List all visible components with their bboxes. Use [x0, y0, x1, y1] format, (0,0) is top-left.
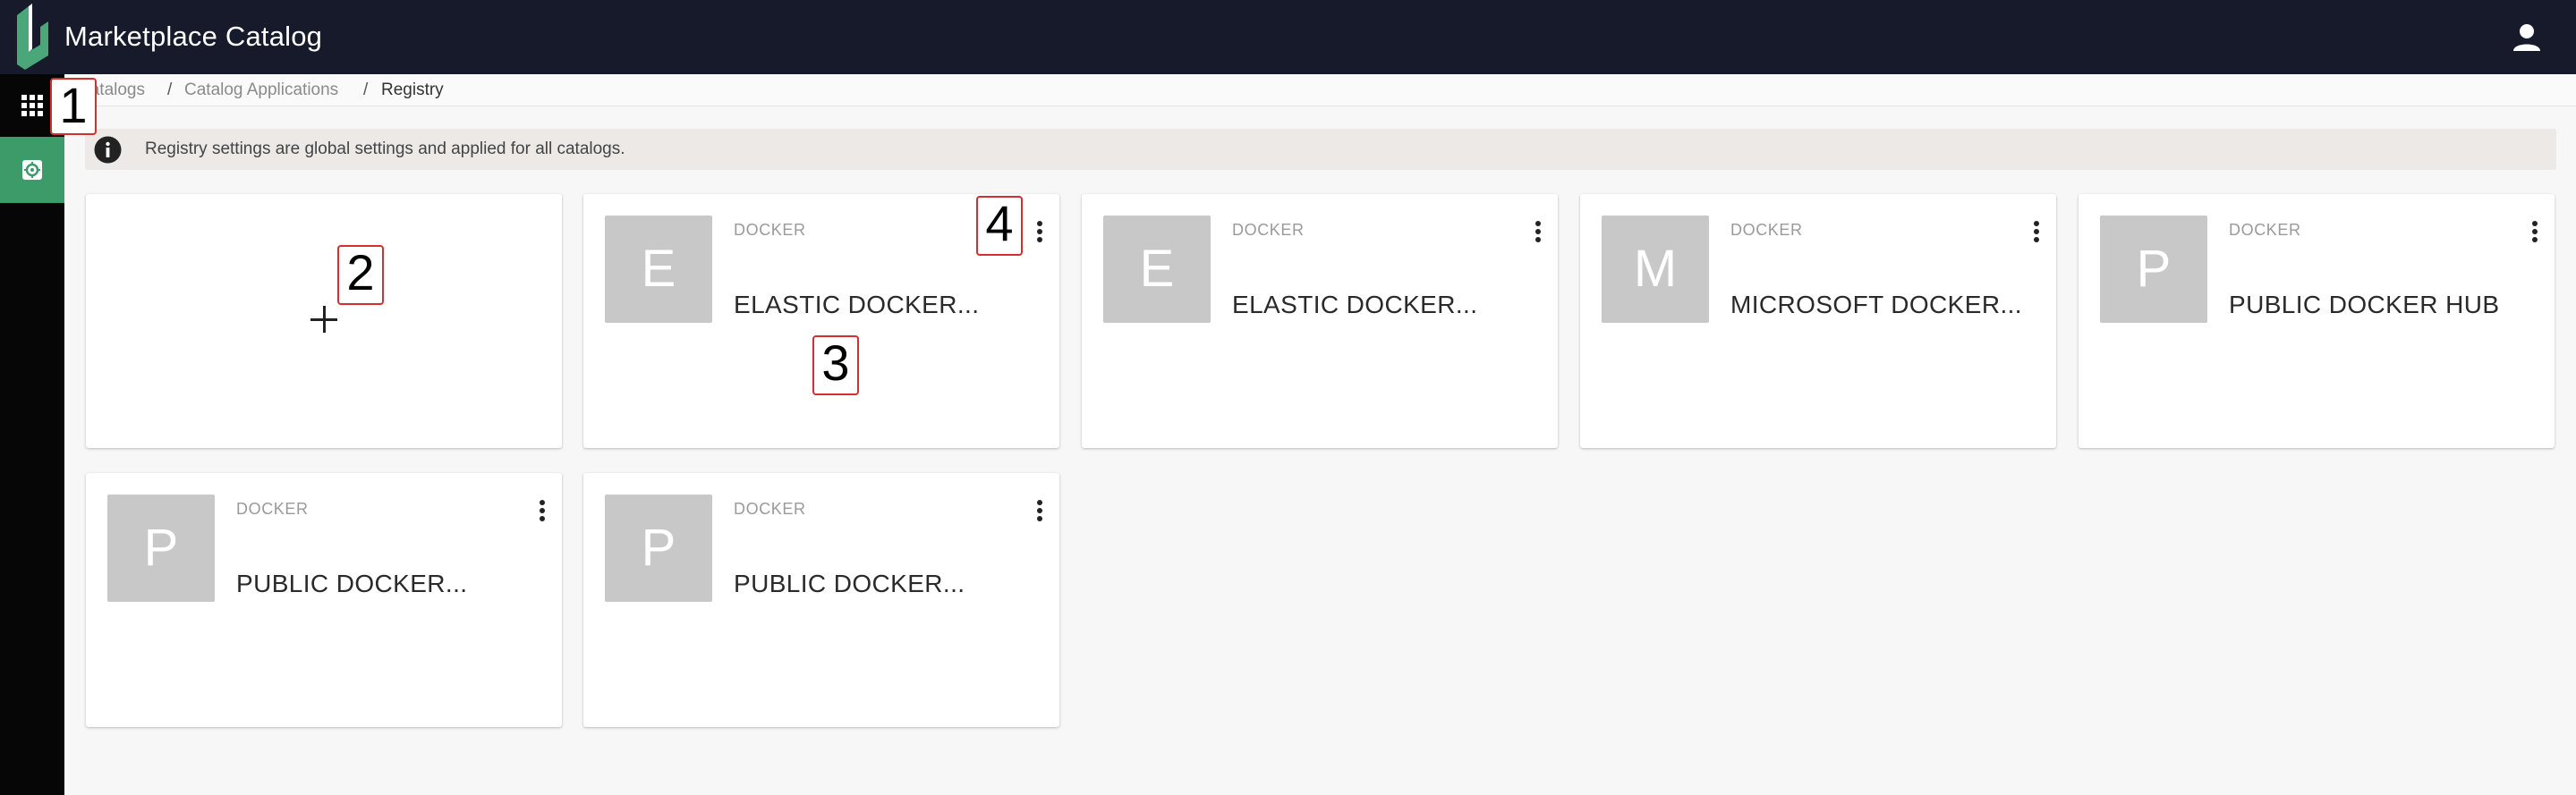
info-banner: Registry settings are global settings an…	[85, 129, 2556, 170]
registry-settings-nav-button[interactable]	[0, 137, 64, 203]
breadcrumb-catalog-applications-link[interactable]: Catalog Applications	[184, 80, 338, 101]
registry-name: MICROSOFT DOCKER...	[1730, 291, 2022, 318]
product-logo-icon[interactable]	[11, 0, 52, 74]
card-menu-button[interactable]	[1029, 214, 1050, 249]
registry-avatar: P	[605, 495, 712, 602]
kebab-menu-icon	[2532, 221, 2538, 242]
registry-avatar: E	[605, 216, 712, 323]
card-menu-button[interactable]	[2524, 214, 2546, 249]
registry-name: PUBLIC DOCKER...	[734, 570, 965, 597]
registry-card[interactable]: P DOCKER PUBLIC DOCKER...	[583, 473, 1059, 727]
registry-type-label: DOCKER	[734, 500, 806, 518]
registry-type-label: DOCKER	[2229, 221, 2301, 239]
kebab-menu-icon	[2034, 221, 2039, 242]
add-registry-card[interactable]	[86, 194, 562, 448]
registry-avatar: M	[1602, 216, 1709, 323]
user-icon[interactable]	[2510, 22, 2544, 53]
card-menu-button[interactable]	[1029, 493, 1050, 529]
callout-1: 1	[50, 78, 97, 135]
kebab-menu-icon	[540, 500, 545, 521]
callout-3: 3	[812, 335, 859, 395]
callout-2: 2	[337, 245, 384, 305]
breadcrumb-separator: /	[363, 80, 369, 99]
registry-card[interactable]: M DOCKER MICROSOFT DOCKER...	[1580, 194, 2056, 448]
registry-avatar: P	[107, 495, 215, 602]
card-menu-button[interactable]	[1527, 214, 1549, 249]
left-nav-rail	[0, 74, 64, 795]
registry-name: ELASTIC DOCKER...	[1232, 291, 1478, 318]
registry-name: PUBLIC DOCKER...	[236, 570, 468, 597]
kebab-menu-icon	[1535, 221, 1541, 242]
registry-type-label: DOCKER	[236, 500, 309, 518]
apps-grid-icon	[21, 95, 43, 116]
app-title: Marketplace Catalog	[64, 21, 323, 52]
registry-type-label: DOCKER	[734, 221, 806, 239]
registry-card[interactable]: P DOCKER PUBLIC DOCKER HUB	[2079, 194, 2555, 448]
card-menu-button[interactable]	[2026, 214, 2047, 249]
registry-name: ELASTIC DOCKER...	[734, 291, 980, 318]
registry-type-label: DOCKER	[1232, 221, 1305, 239]
registry-card[interactable]: P DOCKER PUBLIC DOCKER...	[86, 473, 562, 727]
breadcrumb-current-page: Registry	[381, 80, 444, 99]
settings-gear-icon	[22, 160, 42, 180]
registry-name: PUBLIC DOCKER HUB	[2229, 291, 2500, 318]
info-banner-text: Registry settings are global settings an…	[145, 140, 625, 158]
callout-4: 4	[976, 196, 1023, 256]
registry-card[interactable]: E DOCKER ELASTIC DOCKER...	[1082, 194, 1558, 448]
breadcrumb: Catalogs / Catalog Applications / Regist…	[64, 74, 2576, 106]
registry-avatar: P	[2100, 216, 2207, 323]
registry-avatar: E	[1103, 216, 1211, 323]
info-icon	[94, 136, 122, 164]
plus-icon	[310, 306, 337, 333]
card-menu-button[interactable]	[531, 493, 553, 529]
kebab-menu-icon	[1037, 500, 1042, 521]
kebab-menu-icon	[1037, 221, 1042, 242]
top-app-bar: Marketplace Catalog	[0, 0, 2576, 74]
breadcrumb-separator: /	[167, 80, 173, 99]
registry-type-label: DOCKER	[1730, 221, 1803, 239]
